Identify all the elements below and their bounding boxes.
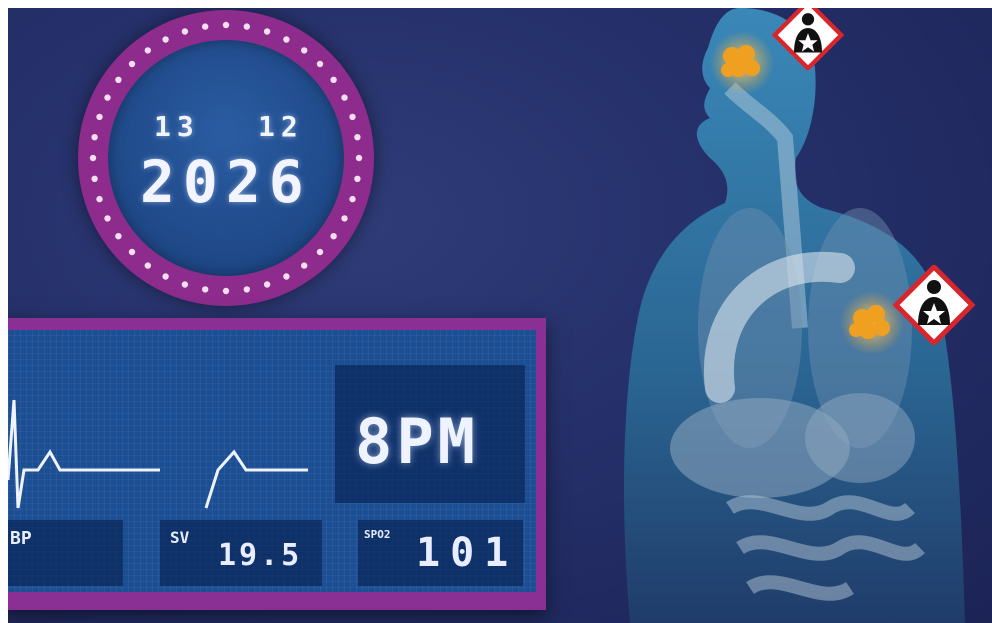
date-year: 2026: [140, 148, 312, 216]
dial-dot: [91, 175, 98, 182]
dial-dot: [354, 175, 361, 182]
dial-dot: [355, 154, 363, 162]
bpm-panel: 8PM: [335, 365, 525, 503]
health-hazard-icon: [771, 0, 845, 70]
date-day: 13: [154, 110, 200, 143]
dial-dot: [283, 273, 290, 280]
sv-value: 19.5: [218, 538, 303, 573]
bp-panel: BP: [8, 520, 123, 586]
dial-dot: [341, 215, 348, 222]
dial-dot: [96, 113, 103, 121]
dial-dot: [341, 94, 348, 101]
dial-dot: [354, 134, 361, 141]
dial-dot: [349, 113, 356, 121]
dial-dot: [330, 76, 337, 84]
dial-dot: [330, 233, 337, 240]
dial-dot: [181, 28, 189, 35]
dial-dot: [115, 233, 122, 240]
dial-dot: [349, 195, 356, 203]
dial-dot: [222, 287, 230, 295]
ecg-trace-1: [8, 399, 160, 509]
dial-dot: [301, 262, 308, 269]
dial-dot: [263, 28, 271, 35]
spo2-value: 101: [416, 530, 519, 576]
health-hazard-icon: [892, 265, 976, 345]
dial-dot: [162, 36, 169, 43]
dial-dot: [202, 286, 209, 293]
ecg-trace-2: [204, 449, 308, 509]
dial-dot: [316, 60, 324, 68]
dial-dot: [104, 94, 111, 101]
dial-dot: [243, 23, 250, 30]
sv-label: SV: [170, 528, 190, 547]
date-month: 12: [258, 110, 304, 143]
dial-dot: [181, 281, 189, 288]
dial-dot: [104, 215, 111, 222]
dial-dot: [301, 47, 308, 54]
dial-dot: [243, 286, 250, 293]
ecg-waveform: [8, 399, 308, 509]
dial-dot: [283, 36, 290, 43]
spo2-label: SPO2: [364, 528, 391, 541]
dial-dot: [128, 60, 136, 68]
date-dial: 13 12 2026: [78, 10, 374, 306]
monitor-screen: 8PM BP SV 19.5 SPO2 101: [8, 330, 536, 592]
dial-dot: [144, 47, 151, 54]
dial-dot: [316, 248, 324, 256]
dial-dot: [202, 23, 209, 30]
dial-dot: [91, 134, 98, 141]
sv-panel: SV 19.5: [160, 520, 322, 586]
dial-dot: [263, 281, 271, 288]
bp-label: BP: [10, 528, 32, 549]
dial-dot: [144, 262, 151, 269]
vital-signs-monitor: 8PM BP SV 19.5 SPO2 101: [0, 318, 546, 610]
spo2-panel: SPO2 101: [358, 520, 523, 586]
dial-dot: [162, 273, 169, 280]
dial-dot: [96, 195, 103, 203]
dial-dot: [89, 154, 97, 162]
bpm-readout: 8PM: [355, 405, 479, 478]
dial-dot: [115, 76, 122, 84]
dial-dot: [222, 21, 230, 29]
stomach: [805, 393, 915, 483]
dial-dot: [128, 248, 136, 256]
